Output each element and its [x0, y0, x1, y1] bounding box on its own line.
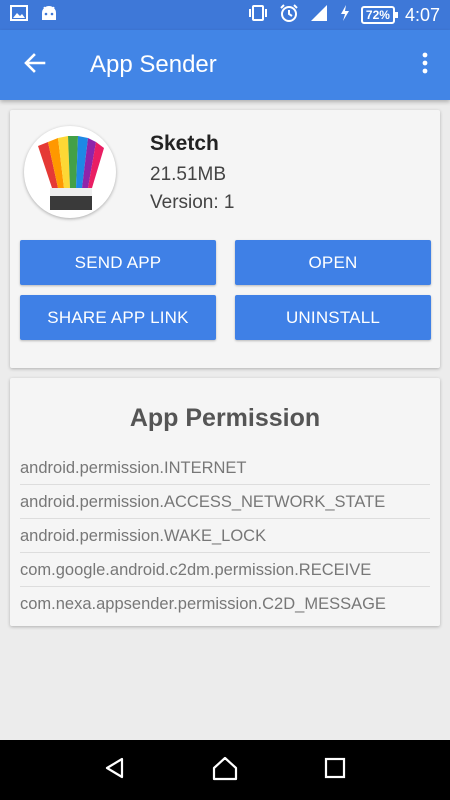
permission-item: com.google.android.c2dm.permission.RECEI…	[20, 553, 430, 587]
home-icon	[211, 755, 239, 786]
open-button[interactable]: OPEN	[235, 240, 431, 285]
image-icon	[10, 4, 28, 26]
more-vert-icon	[422, 52, 428, 79]
app-icon	[24, 126, 116, 218]
nav-back-button[interactable]	[90, 745, 140, 795]
back-triangle-icon	[103, 756, 127, 785]
app-name: Sketch	[150, 132, 219, 155]
permission-item: android.permission.ACCESS_NETWORK_STATE	[20, 485, 430, 519]
vibrate-icon	[247, 4, 269, 27]
charging-icon	[339, 4, 351, 27]
more-options-button[interactable]	[400, 30, 450, 100]
navigation-bar	[0, 740, 450, 800]
permissions-card: App Permission android.permission.INTERN…	[10, 378, 440, 626]
permissions-list: android.permission.INTERNET android.perm…	[10, 451, 440, 621]
uninstall-button[interactable]: UNINSTALL	[235, 295, 431, 340]
sketch-icon	[38, 136, 104, 210]
permission-item: android.permission.INTERNET	[20, 451, 430, 485]
permission-item: com.nexa.appsender.permission.C2D_MESSAG…	[20, 595, 386, 613]
app-size: 21.51MB	[150, 164, 227, 185]
battery-icon: 72%	[360, 6, 398, 24]
signal-icon	[309, 4, 329, 27]
alarm-icon	[279, 3, 299, 28]
permissions-title: App Permission	[129, 404, 321, 432]
nav-recents-button[interactable]	[310, 745, 360, 795]
share-app-link-button[interactable]: SHARE APP LINK	[20, 295, 216, 340]
app-title: App Sender	[90, 51, 217, 78]
app-version: Version: 1	[150, 192, 235, 213]
recents-square-icon	[324, 757, 346, 784]
android-icon	[40, 4, 58, 27]
arrow-left-icon	[24, 52, 46, 79]
clock-time: 4:07	[404, 4, 440, 25]
app-bar: App Sender	[0, 30, 450, 100]
status-bar: 72% 4:07	[0, 0, 450, 30]
permission-item: android.permission.WAKE_LOCK	[20, 519, 430, 553]
app-info-card: Sketch 21.51MB Version: 1 SEND APP OPEN …	[10, 110, 440, 368]
back-button[interactable]	[0, 30, 70, 100]
send-app-button[interactable]: SEND APP	[20, 240, 216, 285]
nav-home-button[interactable]	[200, 745, 250, 795]
